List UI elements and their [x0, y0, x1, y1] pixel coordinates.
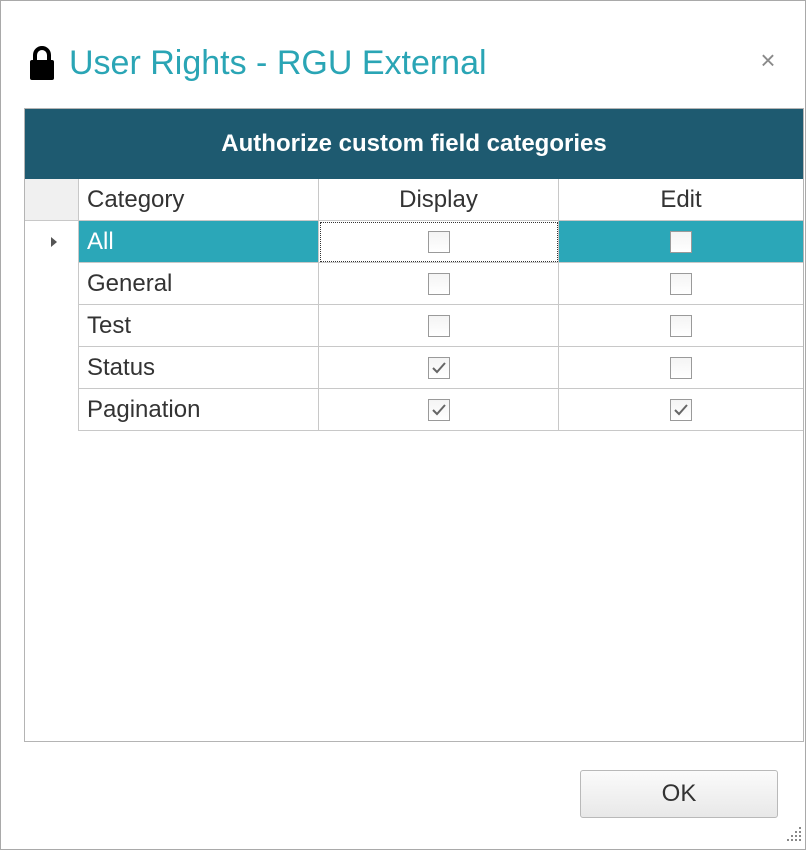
ok-button[interactable]: OK [580, 770, 778, 818]
edit-checkbox[interactable] [670, 230, 692, 253]
user-rights-dialog: User Rights - RGU External × Authorize c… [0, 0, 806, 850]
grid-body: All General Test Status Pagination [25, 221, 803, 431]
close-icon: × [760, 45, 776, 75]
display-cell[interactable] [319, 347, 559, 389]
rights-panel: Authorize custom field categories Catego… [24, 108, 804, 742]
edit-cell[interactable] [559, 305, 803, 347]
column-header-category[interactable]: Category [79, 179, 319, 221]
table-row[interactable]: Test [25, 305, 803, 347]
resize-grip-icon[interactable] [785, 825, 803, 843]
table-row[interactable]: Pagination [25, 389, 803, 431]
category-cell[interactable]: All [79, 221, 319, 263]
display-checkbox[interactable] [427, 272, 450, 295]
dialog-title-bar: User Rights - RGU External [29, 41, 487, 85]
edit-cell[interactable] [559, 347, 803, 389]
column-header-edit[interactable]: Edit [559, 179, 803, 221]
edit-checkbox[interactable] [670, 272, 692, 295]
row-selector[interactable] [25, 263, 79, 305]
panel-header: Authorize custom field categories [25, 109, 803, 179]
category-cell[interactable]: Test [79, 305, 319, 347]
row-selector[interactable] [25, 221, 79, 263]
row-selector[interactable] [25, 305, 79, 347]
display-checkbox[interactable] [427, 356, 450, 379]
edit-checkbox[interactable] [670, 398, 692, 421]
table-row[interactable]: General [25, 263, 803, 305]
display-checkbox[interactable] [427, 230, 450, 253]
column-header-display[interactable]: Display [319, 179, 559, 221]
category-cell[interactable]: General [79, 263, 319, 305]
display-checkbox[interactable] [427, 314, 450, 337]
display-cell[interactable] [319, 389, 559, 431]
row-header-corner [25, 179, 79, 221]
edit-cell[interactable] [559, 221, 803, 263]
edit-checkbox[interactable] [670, 314, 692, 337]
edit-checkbox[interactable] [670, 356, 692, 379]
category-cell[interactable]: Pagination [79, 389, 319, 431]
row-selector[interactable] [25, 347, 79, 389]
display-checkbox[interactable] [427, 398, 450, 421]
row-selector[interactable] [25, 389, 79, 431]
category-grid: Category Display Edit All General Test Stat… [25, 179, 803, 431]
current-row-arrow-icon [51, 237, 57, 247]
grid-header-row: Category Display Edit [25, 179, 803, 221]
close-button[interactable]: × [753, 45, 783, 75]
table-row[interactable]: Status [25, 347, 803, 389]
dialog-title: User Rights - RGU External [69, 43, 487, 82]
category-cell[interactable]: Status [79, 347, 319, 389]
table-row[interactable]: All [25, 221, 803, 263]
lock-icon [29, 45, 55, 81]
display-cell[interactable] [319, 263, 559, 305]
display-cell[interactable] [319, 221, 559, 263]
edit-cell[interactable] [559, 389, 803, 431]
edit-cell[interactable] [559, 263, 803, 305]
display-cell[interactable] [319, 305, 559, 347]
